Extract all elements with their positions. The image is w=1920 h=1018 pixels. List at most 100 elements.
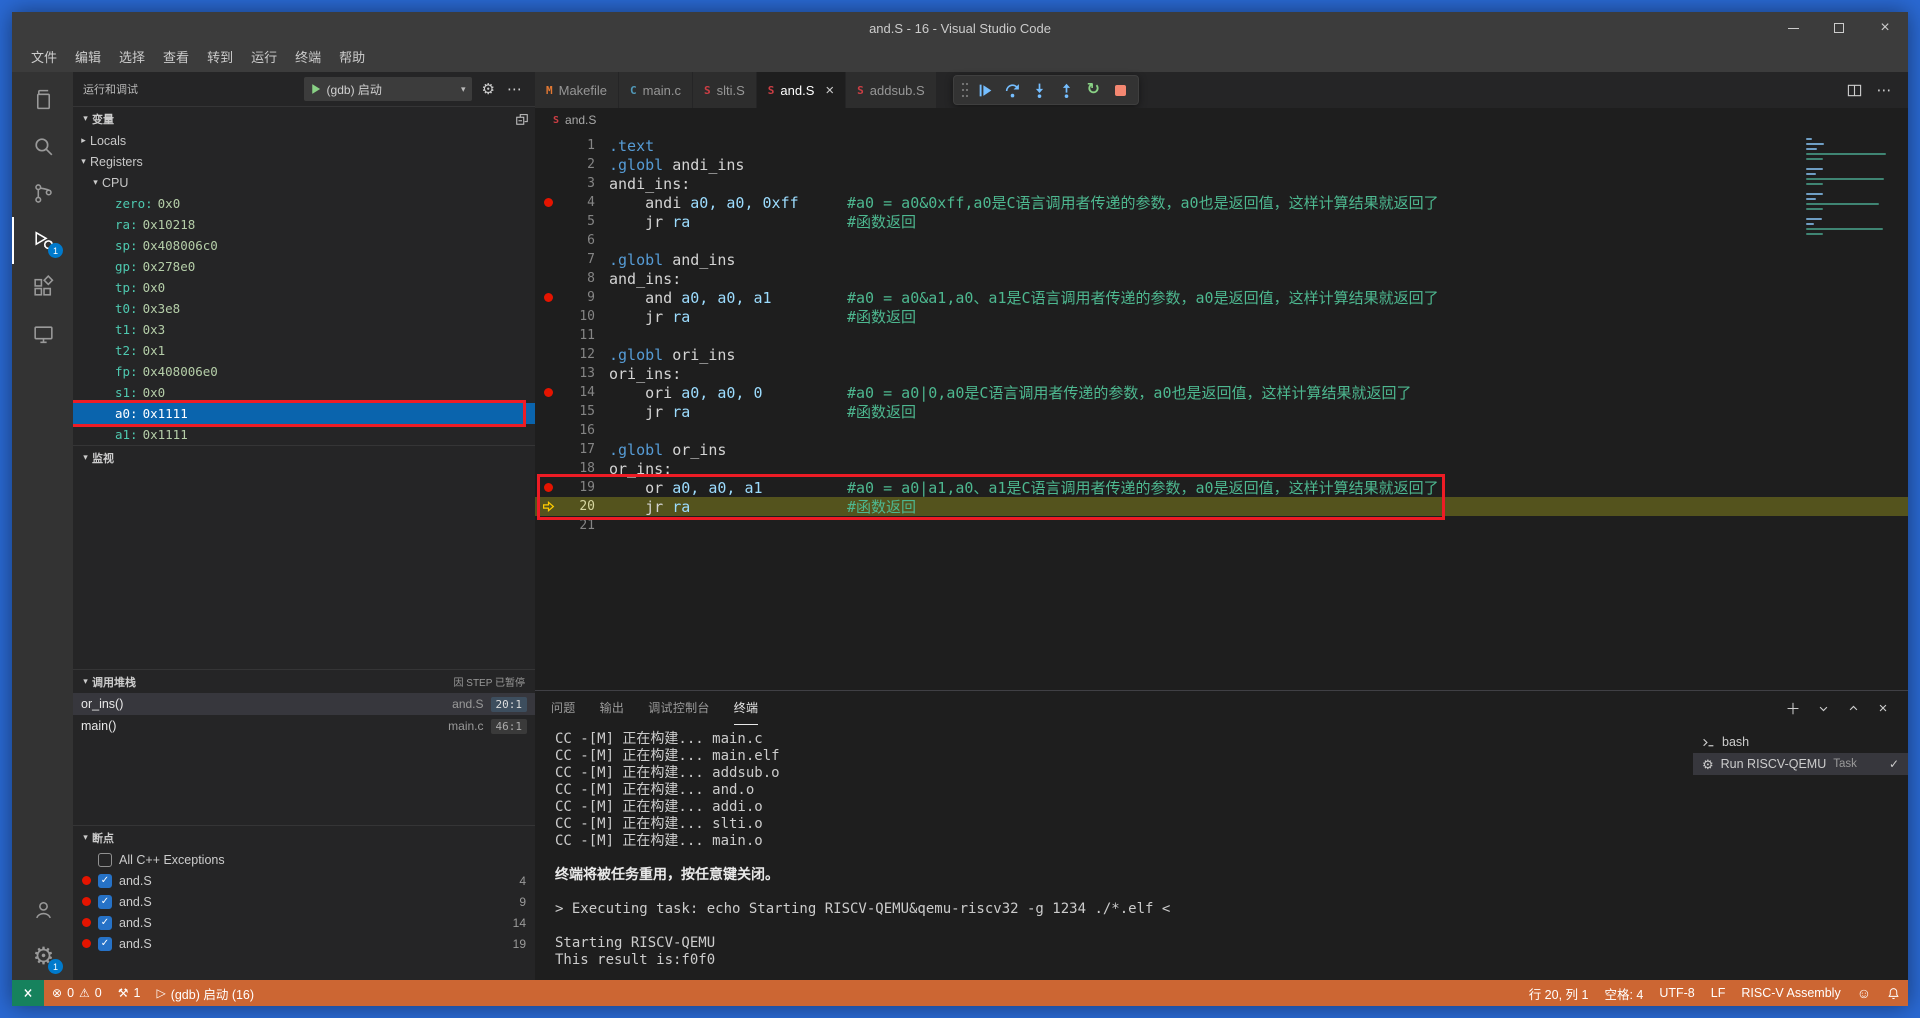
breakpoint-dot-icon[interactable] — [544, 293, 553, 302]
source-control-icon[interactable] — [12, 170, 73, 217]
code-line-11[interactable]: 11 — [535, 326, 1908, 345]
maximize-button[interactable] — [1816, 12, 1862, 44]
code-line-9[interactable]: 9 and a0, a0, a1#a0 = a0&a1,a0、a1是C语言调用者… — [535, 288, 1908, 307]
variables-section-header[interactable]: ▾ 变量 — [73, 106, 535, 130]
step-into-button[interactable] — [1027, 77, 1052, 103]
indentation-status[interactable]: 空格: 4 — [1596, 980, 1651, 1006]
call-stack-section-header[interactable]: ▾ 调用堆栈 因 STEP 已暂停 — [73, 669, 535, 693]
breakpoint-row-4[interactable]: ✓and.S19 — [73, 933, 535, 954]
register-tp[interactable]: tp:0x0 — [73, 277, 535, 298]
glyph-margin[interactable] — [535, 198, 561, 207]
editor-tab-Makefile[interactable]: MMakefile — [535, 72, 619, 108]
glyph-margin[interactable] — [535, 483, 561, 492]
menu-item-2[interactable]: 选择 — [110, 47, 154, 69]
breakpoint-dot-icon[interactable] — [544, 483, 553, 492]
code-line-3[interactable]: 3andi_ins: — [535, 174, 1908, 193]
register-t1[interactable]: t1:0x3 — [73, 319, 535, 340]
eol-status[interactable]: LF — [1703, 980, 1734, 1006]
panel-tab-调试控制台[interactable]: 调试控制台 — [648, 691, 710, 725]
encoding-status[interactable]: UTF-8 — [1651, 980, 1702, 1006]
variables-branch-CPU[interactable]: ▾CPU — [73, 172, 535, 193]
cursor-position-status[interactable]: 行 20, 列 1 — [1521, 980, 1597, 1006]
breakpoint-checkbox[interactable]: ✓ — [98, 895, 112, 909]
code-line-15[interactable]: 15 jr ra#函数返回 — [535, 402, 1908, 421]
minimize-button[interactable] — [1770, 12, 1816, 44]
code-line-4[interactable]: 4 andi a0, a0, 0xff#a0 = a0&0xff,a0是C语言调… — [535, 193, 1908, 212]
extensions-icon[interactable] — [12, 264, 73, 311]
register-ra[interactable]: ra:0x10218 — [73, 214, 535, 235]
remote-explorer-icon[interactable] — [12, 311, 73, 358]
breakpoint-row-0[interactable]: All C++ Exceptions — [73, 849, 535, 870]
code-line-2[interactable]: 2.globl andi_ins — [535, 155, 1908, 174]
breakpoint-checkbox[interactable]: ✓ — [98, 874, 112, 888]
code-line-6[interactable]: 6 — [535, 231, 1908, 250]
panel-tab-输出[interactable]: 输出 — [600, 691, 625, 725]
glyph-margin[interactable] — [535, 500, 561, 513]
register-a1[interactable]: a1:0x1111 — [73, 424, 535, 445]
code-line-17[interactable]: 17.globl or_ins — [535, 440, 1908, 459]
editor-tab-addsub.S[interactable]: Saddsub.S — [846, 72, 937, 108]
code-line-7[interactable]: 7.globl and_ins — [535, 250, 1908, 269]
step-out-button[interactable] — [1054, 77, 1079, 103]
feedback-smiley-icon[interactable]: ☺ — [1849, 980, 1879, 1006]
toolbar-drag-grip[interactable] — [959, 81, 971, 99]
code-line-1[interactable]: 1.text — [535, 136, 1908, 155]
register-a0[interactable]: a0:0x1111 — [73, 403, 535, 424]
stack-frame-or_ins()[interactable]: or_ins()and.S20:1 — [73, 693, 535, 715]
menu-item-3[interactable]: 查看 — [154, 47, 198, 69]
notifications-bell-icon[interactable] — [1879, 980, 1908, 1006]
register-t0[interactable]: t0:0x3e8 — [73, 298, 535, 319]
minimap[interactable] — [1806, 138, 1894, 243]
register-zero[interactable]: zero:0x0 — [73, 193, 535, 214]
settings-gear-icon[interactable]: ⚙ 1 — [12, 933, 73, 980]
stack-frame-main()[interactable]: main()main.c46:1 — [73, 715, 535, 737]
continue-button[interactable] — [973, 77, 998, 103]
search-icon[interactable] — [12, 123, 73, 170]
breakpoint-row-2[interactable]: ✓and.S9 — [73, 891, 535, 912]
code-line-8[interactable]: 8and_ins: — [535, 269, 1908, 288]
register-s1[interactable]: s1:0x0 — [73, 382, 535, 403]
code-line-16[interactable]: 16 — [535, 421, 1908, 440]
breadcrumb[interactable]: S and.S — [535, 108, 1908, 132]
menu-item-1[interactable]: 编辑 — [66, 47, 110, 69]
register-t2[interactable]: t2:0x1 — [73, 340, 535, 361]
terminal-list-item-bash[interactable]: bash — [1693, 731, 1908, 753]
menu-item-6[interactable]: 终端 — [286, 47, 330, 69]
code-editor[interactable]: 1.text2.globl andi_ins3andi_ins:4 andi a… — [535, 132, 1908, 690]
new-terminal-plus-icon[interactable]: ＋ — [1784, 699, 1802, 717]
debug-settings-gear-icon[interactable]: ⚙ — [480, 80, 497, 98]
code-line-13[interactable]: 13ori_ins: — [535, 364, 1908, 383]
code-line-21[interactable]: 21 — [535, 516, 1908, 535]
watch-section-header[interactable]: ▾ 监视 — [73, 445, 535, 469]
explorer-icon[interactable] — [12, 76, 73, 123]
terminal-dropdown-chevron-icon[interactable] — [1814, 699, 1832, 717]
panel-tab-终端[interactable]: 终端 — [734, 691, 759, 725]
debug-more-actions-icon[interactable]: ⋯ — [505, 80, 525, 98]
breakpoint-dot-icon[interactable] — [544, 388, 553, 397]
breakpoint-checkbox[interactable]: ✓ — [98, 916, 112, 930]
variables-branch-Locals[interactable]: ▸Locals — [73, 130, 535, 151]
tab-close-icon[interactable]: × — [825, 83, 834, 98]
menu-item-4[interactable]: 转到 — [198, 47, 242, 69]
breakpoint-dot-icon[interactable] — [544, 198, 553, 207]
run-and-debug-icon[interactable]: 1 — [12, 217, 73, 264]
register-gp[interactable]: gp:0x278e0 — [73, 256, 535, 277]
panel-close-icon[interactable]: × — [1874, 699, 1892, 717]
code-line-19[interactable]: 19 or a0, a0, a1#a0 = a0|a1,a0、a1是C语言调用者… — [535, 478, 1908, 497]
editor-tab-and.S[interactable]: Sand.S× — [757, 72, 846, 108]
panel-tab-问题[interactable]: 问题 — [551, 691, 576, 725]
code-line-12[interactable]: 12.globl ori_ins — [535, 345, 1908, 364]
stop-button[interactable] — [1108, 77, 1133, 103]
debug-config-dropdown[interactable]: (gdb) 启动 ▾ — [304, 77, 472, 101]
tasks-status[interactable]: ⚒1 — [110, 980, 149, 1006]
menu-item-7[interactable]: 帮助 — [330, 47, 374, 69]
terminal-output[interactable]: CC -[M] 正在构建... main.cCC -[M] 正在构建... ma… — [535, 725, 1693, 980]
code-line-14[interactable]: 14 ori a0, a0, 0#a0 = a0|0,a0是C语言调用者传递的参… — [535, 383, 1908, 402]
code-line-18[interactable]: 18or_ins: — [535, 459, 1908, 478]
register-sp[interactable]: sp:0x408006c0 — [73, 235, 535, 256]
close-button[interactable]: × — [1862, 12, 1908, 44]
glyph-margin[interactable] — [535, 293, 561, 302]
terminal-list-item-Run RISCV-QEMU[interactable]: ⚙Run RISCV-QEMUTask✓ — [1693, 753, 1908, 775]
breakpoints-section-header[interactable]: ▾ 断点 — [73, 825, 535, 849]
breakpoint-row-3[interactable]: ✓and.S14 — [73, 912, 535, 933]
